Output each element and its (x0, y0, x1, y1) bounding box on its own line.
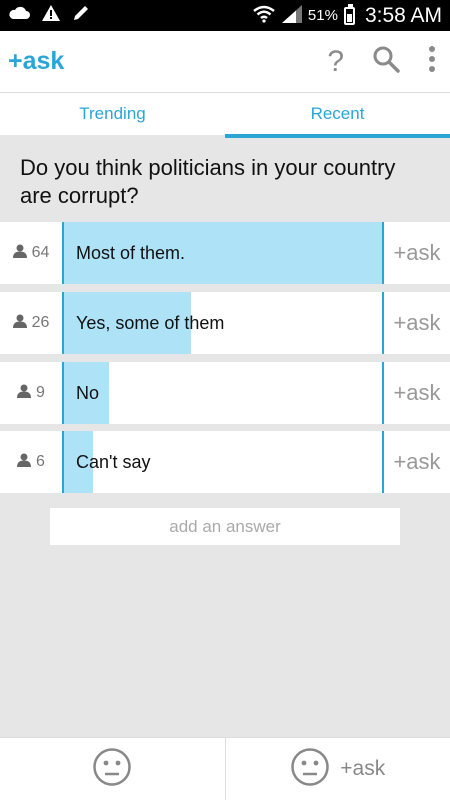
user-icon (12, 244, 27, 263)
status-time: 3:58 AM (364, 3, 442, 27)
warning-icon (42, 5, 60, 26)
answer-row[interactable]: 26 Yes, some of them +ask (0, 292, 450, 354)
answer-row[interactable]: 64 Most of them. +ask (0, 222, 450, 284)
signal-icon (281, 4, 302, 27)
answer-row[interactable]: 9 No +ask (0, 362, 450, 424)
answer-body[interactable]: Can't say (62, 431, 384, 493)
answer-votes: 26 (0, 292, 62, 354)
vote-count: 26 (31, 314, 50, 331)
neutral-face-icon (290, 747, 330, 792)
bottom-bar: +ask (0, 737, 450, 800)
answer-ask-button[interactable]: +ask (384, 362, 450, 424)
vote-count: 6 (36, 453, 45, 470)
bottom-ask-button[interactable]: +ask (224, 738, 450, 800)
answer-ask-button[interactable]: +ask (384, 292, 450, 354)
answer-body[interactable]: Most of them. (62, 222, 384, 284)
add-answer-input[interactable]: add an answer (50, 508, 400, 545)
battery-text: 51% (307, 7, 338, 24)
app-actions: ? (327, 45, 436, 79)
question-text: Do you think politicians in your country… (0, 138, 450, 220)
app-logo[interactable]: +ask (8, 47, 64, 76)
status-right: 51% 3:58 AM (252, 3, 442, 28)
bottom-left-button[interactable] (0, 738, 225, 800)
answer-text: No (76, 382, 100, 403)
app-bar: +ask ? (0, 31, 450, 93)
bottom-ask-label: +ask (340, 757, 386, 780)
answer-text: Yes, some of them (76, 312, 225, 333)
answer-text: Can't say (76, 451, 151, 472)
vote-count: 9 (36, 384, 45, 401)
status-bar: 51% 3:58 AM (0, 0, 450, 31)
more-icon[interactable] (428, 45, 436, 78)
answer-votes: 9 (0, 362, 62, 424)
answer-body[interactable]: Yes, some of them (62, 292, 384, 354)
battery-icon (343, 3, 355, 25)
answer-body[interactable]: No (62, 362, 384, 424)
cloud-icon (8, 6, 30, 25)
help-icon[interactable]: ? (327, 45, 344, 79)
neutral-face-icon (92, 747, 132, 792)
wifi-icon (252, 5, 276, 27)
answer-text: Most of them. (76, 242, 186, 263)
edit-icon (72, 4, 90, 27)
tab-recent[interactable]: Recent (225, 93, 450, 138)
tab-trending[interactable]: Trending (0, 93, 225, 138)
answer-row[interactable]: 6 Can't say +ask (0, 431, 450, 493)
answer-ask-button[interactable]: +ask (384, 222, 450, 284)
user-icon (12, 314, 27, 333)
status-left (8, 4, 90, 27)
tabs: Trending Recent (0, 93, 450, 138)
vote-count: 64 (31, 244, 50, 261)
user-icon (17, 453, 32, 472)
answer-votes: 64 (0, 222, 62, 284)
search-icon[interactable] (372, 45, 400, 78)
user-icon (17, 384, 32, 403)
answer-votes: 6 (0, 431, 62, 493)
answer-ask-button[interactable]: +ask (384, 431, 450, 493)
